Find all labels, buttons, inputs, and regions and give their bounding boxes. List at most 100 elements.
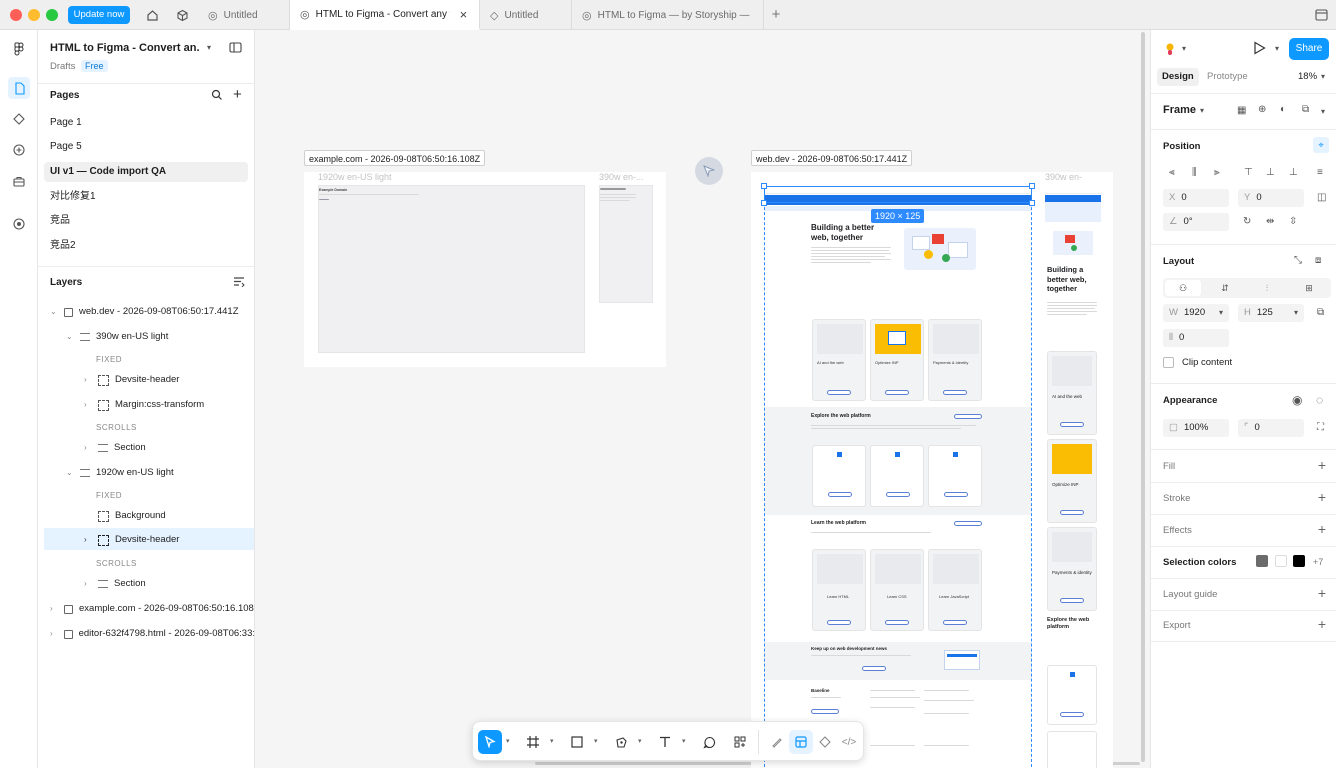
sidebar-toggle-icon[interactable] [1312, 6, 1330, 24]
chevron-down-icon[interactable]: ▾ [506, 737, 510, 745]
chevron-down-icon[interactable]: ▾ [682, 737, 686, 745]
layer-item[interactable]: › Section [84, 437, 146, 459]
maximize-window-button[interactable] [46, 9, 58, 21]
layer-item[interactable]: › example.com - 2026-09-08T06:50:16.108Z [50, 598, 254, 620]
close-tab-icon[interactable]: × [460, 7, 468, 22]
rotation-input[interactable]: ∠ 0° [1163, 213, 1229, 231]
distribute-icon[interactable]: ≡ [1317, 167, 1323, 178]
chevron-down-icon[interactable]: ▾ [1182, 44, 1186, 53]
present-play-icon[interactable] [1253, 41, 1266, 58]
chevron-down-icon[interactable]: ▾ [594, 737, 598, 745]
example-desktop-page[interactable]: Example Domain [318, 185, 585, 353]
example-mobile-page[interactable] [599, 185, 653, 303]
color-swatch[interactable] [1293, 555, 1305, 567]
chevron-down-icon[interactable]: ▾ [1294, 304, 1298, 322]
share-button[interactable]: Share [1289, 38, 1329, 60]
move-tool-icon[interactable] [478, 730, 502, 754]
file-location[interactable]: Drafts [50, 61, 75, 72]
zoom-level[interactable]: 18% [1298, 71, 1317, 82]
canvas[interactable]: example.com - 2026-09-08T06:50:16.108Z 1… [255, 30, 1150, 768]
dev-mode-icon[interactable] [8, 213, 30, 235]
chevron-down-icon[interactable]: ▾ [207, 43, 211, 52]
page-item[interactable]: Page 5 [44, 137, 248, 157]
chevron-right-icon[interactable]: › [50, 598, 58, 620]
multiplayer-avatar[interactable] [1163, 42, 1177, 56]
layer-item[interactable]: › Margin:css-transform [84, 394, 204, 416]
crosshair-icon[interactable]: ⊕ [1258, 104, 1266, 115]
x-position-input[interactable]: X0 [1163, 189, 1229, 207]
chevron-down-icon[interactable]: ▾ [550, 737, 554, 745]
layout-horizontal-icon[interactable]: ⫶ [1249, 280, 1285, 296]
chevron-down-icon[interactable]: ⌄ [66, 462, 74, 484]
add-fill-icon[interactable]: + [1318, 457, 1326, 473]
chevron-right-icon[interactable]: › [84, 369, 92, 391]
constraints-icon[interactable]: ⌖ [1313, 137, 1329, 153]
frame-type-label[interactable]: Frame [1163, 104, 1196, 116]
toolbox-icon[interactable] [8, 170, 30, 192]
corner-radius-input[interactable]: ⌜ 0 [1238, 419, 1304, 437]
color-swatch[interactable] [1275, 555, 1287, 567]
eye-icon[interactable]: ◉ [1292, 393, 1302, 407]
layout-grid-icon[interactable]: ◫ [1317, 192, 1326, 203]
chevron-right-icon[interactable]: › [84, 394, 92, 416]
community-icon[interactable] [173, 6, 191, 24]
chevron-right-icon[interactable]: › [50, 623, 58, 645]
webdev-mobile-page[interactable]: Building a better web, together AI and t… [1045, 185, 1101, 768]
text-tool-icon[interactable] [653, 730, 677, 754]
update-now-button[interactable]: Update now [68, 6, 130, 24]
independent-corners-icon[interactable]: ⛶ [1317, 422, 1324, 433]
add-stroke-icon[interactable]: + [1318, 489, 1326, 505]
file-pages-icon[interactable] [8, 77, 30, 99]
component-mode-icon[interactable] [813, 730, 837, 754]
layer-item[interactable]: ⌄ web.dev - 2026-09-08T06:50:17.441Z [50, 301, 239, 323]
chevron-down-icon[interactable]: ▾ [1321, 72, 1325, 81]
layer-item[interactable]: ⌄ 390w en-US light [66, 326, 168, 348]
comment-tool-icon[interactable] [697, 730, 721, 754]
page-item[interactable]: 对比修复1 [44, 187, 248, 207]
layer-item[interactable]: › Devsite-header [84, 369, 179, 391]
chevron-right-icon[interactable]: › [84, 573, 92, 595]
vertical-scrollbar[interactable] [1141, 32, 1145, 762]
minimize-window-button[interactable] [28, 9, 40, 21]
rotate-icon[interactable]: ↻ [1243, 216, 1251, 227]
layout-freeform-icon[interactable]: ⚇ [1165, 280, 1201, 296]
chevron-right-icon[interactable]: › [84, 529, 92, 551]
chevron-down-icon[interactable]: ▾ [1275, 44, 1279, 53]
tab-html-to-figma-active[interactable]: ◎ HTML to Figma - Convert any we × [290, 0, 480, 30]
design-mode-icon[interactable] [789, 730, 813, 754]
layer-item[interactable]: › Section [84, 573, 146, 595]
figma-menu-icon[interactable] [8, 38, 30, 60]
rectangle-tool-icon[interactable] [565, 730, 589, 754]
contrast-icon[interactable]: ◐ [1280, 104, 1286, 115]
chevron-down-icon[interactable]: ▾ [1200, 106, 1204, 115]
close-window-button[interactable] [10, 9, 22, 21]
add-layout-guide-icon[interactable]: + [1318, 585, 1326, 601]
tab-prototype[interactable]: Prototype [1207, 68, 1248, 86]
align-center-h-icon[interactable]: ⫼ [1192, 167, 1197, 178]
chevron-down-icon[interactable]: ▾ [1321, 107, 1325, 116]
selected-devsite-header[interactable] [764, 186, 1032, 203]
tab-design[interactable]: Design [1157, 68, 1199, 86]
add-plugin-icon[interactable] [8, 139, 30, 161]
layout-grid-mode-icon[interactable]: ⊞ [1291, 280, 1327, 296]
layer-item[interactable]: ⌄ 1920w en-US light [66, 462, 174, 484]
y-position-input[interactable]: Y0 [1238, 189, 1304, 207]
file-name[interactable]: HTML to Figma - Convert an... [50, 42, 200, 54]
page-item[interactable]: 竞品2 [44, 236, 248, 256]
blend-mode-icon[interactable]: ◌ [1316, 393, 1323, 407]
chevron-down-icon[interactable]: ⌄ [50, 301, 58, 323]
collapse-icon[interactable]: ⤡ [1294, 255, 1302, 266]
frame-label-example[interactable]: example.com - 2026-09-08T06:50:16.108Z [304, 150, 486, 166]
draw-mode-icon[interactable] [765, 730, 789, 754]
layer-item[interactable]: Background [84, 505, 166, 527]
align-center-v-icon[interactable]: ⊥ [1266, 167, 1275, 178]
layer-item-selected[interactable]: › Devsite-header [84, 529, 179, 551]
tab-untitled-2[interactable]: ◇ Untitled [480, 0, 572, 30]
chevron-down-icon[interactable]: ▾ [1219, 304, 1223, 322]
layout-mode-selector[interactable]: ⚇ ⇵ ⫶ ⊞ [1163, 278, 1331, 298]
auto-layout-icon[interactable]: ⧈ [1315, 255, 1321, 266]
resize-handle[interactable] [1029, 200, 1035, 206]
clip-content-checkbox[interactable] [1163, 357, 1174, 368]
align-right-icon[interactable]: ⫸ [1214, 167, 1220, 178]
pen-tool-icon[interactable] [609, 730, 633, 754]
